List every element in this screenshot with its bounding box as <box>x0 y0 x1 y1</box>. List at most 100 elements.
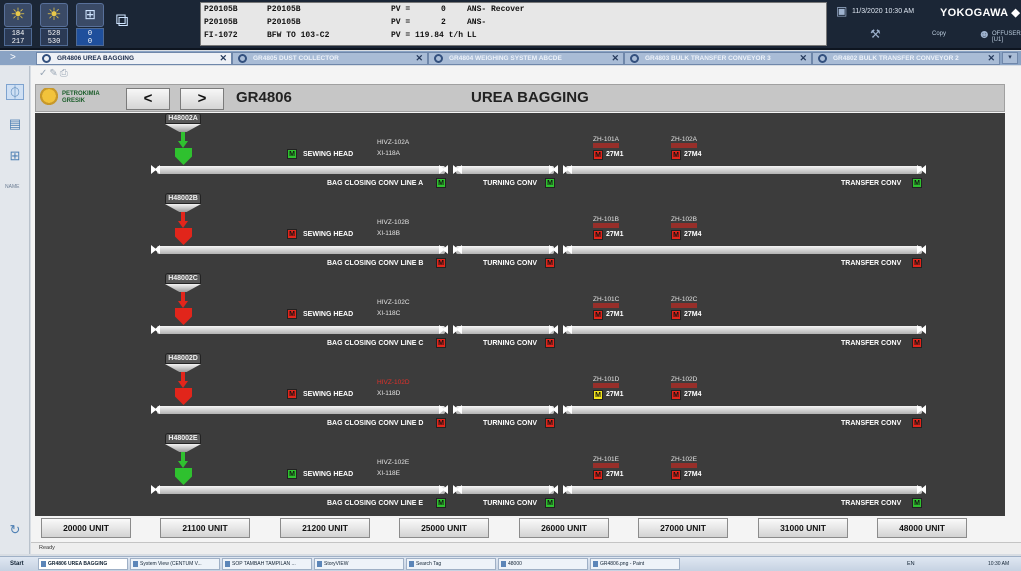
zh-tag[interactable]: ZH-102D <box>671 376 697 383</box>
zh-motor-indicator[interactable]: M <box>671 150 681 160</box>
graphic-tools[interactable]: ✓✎⎙ <box>39 68 119 82</box>
zh-motor-indicator[interactable]: M <box>671 470 681 480</box>
turning-motor-indicator[interactable]: M <box>545 178 555 188</box>
hopper-tag[interactable]: H48002C <box>165 273 201 284</box>
check-icon[interactable]: ✓ <box>39 68 49 79</box>
zh-motor-indicator[interactable]: M <box>593 150 603 160</box>
zh-tag[interactable]: ZH-102B <box>671 216 697 223</box>
close-tab-icon[interactable]: ✕ <box>987 53 995 64</box>
transfer-conveyor[interactable] <box>566 166 922 174</box>
bag-closing-motor-indicator[interactable]: M <box>436 418 446 428</box>
hivz-tag[interactable]: HIVZ-102B <box>377 219 409 226</box>
turning-conveyor[interactable] <box>456 166 554 174</box>
unit-button-21200[interactable]: 21200 UNIT <box>280 518 370 538</box>
close-tab-icon[interactable]: ✕ <box>799 53 807 64</box>
zh-motor-indicator[interactable]: M <box>593 470 603 480</box>
xi-tag[interactable]: XI-118A <box>377 150 400 157</box>
user-icon[interactable]: ☻ <box>978 27 991 41</box>
zh-tag[interactable]: ZH-101A <box>593 136 619 143</box>
unit-button-27000[interactable]: 27000 UNIT <box>638 518 728 538</box>
zh-tag[interactable]: ZH-102C <box>671 296 697 303</box>
zh-tag[interactable]: ZH-101C <box>593 296 619 303</box>
bag-closing-conveyor[interactable] <box>157 406 445 414</box>
sewing-head-motor-indicator[interactable]: M <box>287 469 297 479</box>
tab-menu-icon[interactable]: ▾ <box>1002 52 1018 64</box>
zh-motor-indicator[interactable]: M <box>671 230 681 240</box>
name-label[interactable]: NAME <box>5 184 19 190</box>
unit-button-20000[interactable]: 20000 UNIT <box>41 518 131 538</box>
sewing-head-motor-indicator[interactable]: M <box>287 309 297 319</box>
bag-closing-conveyor[interactable] <box>157 326 445 334</box>
grid-view-icon[interactable]: ⊞ <box>6 148 24 164</box>
xi-tag[interactable]: XI-118B <box>377 230 400 237</box>
zh-tag[interactable]: ZH-101E <box>593 456 619 463</box>
zh-tag[interactable]: ZH-101B <box>593 216 619 223</box>
close-tab-icon[interactable]: ✕ <box>611 53 619 64</box>
turning-motor-indicator[interactable]: M <box>545 498 555 508</box>
turning-conveyor[interactable] <box>456 486 554 494</box>
tab-gr4804[interactable]: GR4804 WEIGHING SYSTEM ABCDE ✕ <box>428 52 624 65</box>
alarm-row[interactable]: FI-1072 BFW TO 103-C2 PV = 119.84 t/h LL <box>201 31 826 43</box>
turning-motor-indicator[interactable]: M <box>545 258 555 268</box>
monitor-icon[interactable]: ▣ <box>836 4 847 18</box>
tab-gr4805[interactable]: GR4805 DUST COLLECTOR ✕ <box>232 52 428 65</box>
system-alarm-icon[interactable]: ☀ <box>40 3 68 27</box>
turning-motor-indicator[interactable]: M <box>545 338 555 348</box>
taskbar-item[interactable]: 48000 <box>498 558 588 570</box>
zh-motor-indicator[interactable]: M <box>671 310 681 320</box>
transfer-motor-indicator[interactable]: M <box>912 258 922 268</box>
taskbar-item[interactable]: SOP TAMBAH TAMPILAN ... <box>222 558 312 570</box>
tab-gr4803[interactable]: GR4803 BULK TRANSFER CONVEYOR 3 ✕ <box>624 52 812 65</box>
user-label[interactable]: OFFUSERA [U1] <box>992 31 1021 43</box>
tab-gr4802[interactable]: GR4802 BULK TRANSFER CONVEYOR 2 ✕ <box>812 52 1000 65</box>
language-indicator[interactable]: EN <box>907 558 915 570</box>
transfer-motor-indicator[interactable]: M <box>912 178 922 188</box>
zh-motor-indicator[interactable]: M <box>593 310 603 320</box>
turning-conveyor[interactable] <box>456 406 554 414</box>
unit-button-31000[interactable]: 31000 UNIT <box>758 518 848 538</box>
hivz-tag[interactable]: HIVZ-102D <box>377 379 410 386</box>
alarm-row[interactable]: P20105B P20105B PV = 2 ANS- <box>201 18 826 30</box>
bag-closing-conveyor[interactable] <box>157 246 445 254</box>
taskbar-item[interactable]: System View (CENTUM V... <box>130 558 220 570</box>
operator-guide-icon[interactable]: ⊞ <box>76 3 104 27</box>
copy-button[interactable]: Copy <box>932 31 946 37</box>
bag-closing-motor-indicator[interactable]: M <box>436 258 446 268</box>
start-button[interactable]: Start <box>2 558 36 570</box>
bag-icon[interactable] <box>175 148 192 165</box>
zh-motor-indicator[interactable]: M <box>593 230 603 240</box>
transfer-motor-indicator[interactable]: M <box>912 338 922 348</box>
transfer-conveyor[interactable] <box>566 326 922 334</box>
bag-icon[interactable] <box>175 308 192 325</box>
bag-icon[interactable] <box>175 228 192 245</box>
zh-tag[interactable]: ZH-102E <box>671 456 697 463</box>
taskbar-item[interactable]: GR4806.png - Paint <box>590 558 680 570</box>
transfer-motor-indicator[interactable]: M <box>912 498 922 508</box>
unit-button-48000[interactable]: 48000 UNIT <box>877 518 967 538</box>
message-monitor-icon[interactable]: ⧉ <box>108 10 136 34</box>
sewing-head-motor-indicator[interactable]: M <box>287 389 297 399</box>
zh-motor-indicator[interactable]: M <box>593 390 603 400</box>
sewing-head-motor-indicator[interactable]: M <box>287 229 297 239</box>
hivz-tag[interactable]: HIVZ-102C <box>377 299 410 306</box>
tab-scroll-left-icon[interactable]: > <box>2 51 28 65</box>
close-tab-icon[interactable]: ✕ <box>219 53 227 64</box>
transfer-conveyor[interactable] <box>566 246 922 254</box>
bag-icon[interactable] <box>175 468 192 485</box>
bag-closing-conveyor[interactable] <box>157 486 445 494</box>
bag-closing-motor-indicator[interactable]: M <box>436 498 446 508</box>
hopper-tag[interactable]: H48002B <box>165 193 201 204</box>
sewing-head-motor-indicator[interactable]: M <box>287 149 297 159</box>
close-tab-icon[interactable]: ✕ <box>415 53 423 64</box>
taskbar-item[interactable]: StoryVIEW <box>314 558 404 570</box>
hivz-tag[interactable]: HIVZ-102A <box>377 139 409 146</box>
taskbar-item[interactable]: GR4806 UREA BAGGING <box>38 558 128 570</box>
edit-icon[interactable]: ✎ <box>49 68 59 79</box>
unit-button-25000[interactable]: 25000 UNIT <box>399 518 489 538</box>
turning-motor-indicator[interactable]: M <box>545 418 555 428</box>
zh-tag[interactable]: ZH-101D <box>593 376 619 383</box>
refresh-icon[interactable]: ↻ <box>6 522 24 538</box>
xi-tag[interactable]: XI-118E <box>377 470 400 477</box>
zh-tag[interactable]: ZH-102A <box>671 136 697 143</box>
hivz-tag[interactable]: HIVZ-102E <box>377 459 409 466</box>
